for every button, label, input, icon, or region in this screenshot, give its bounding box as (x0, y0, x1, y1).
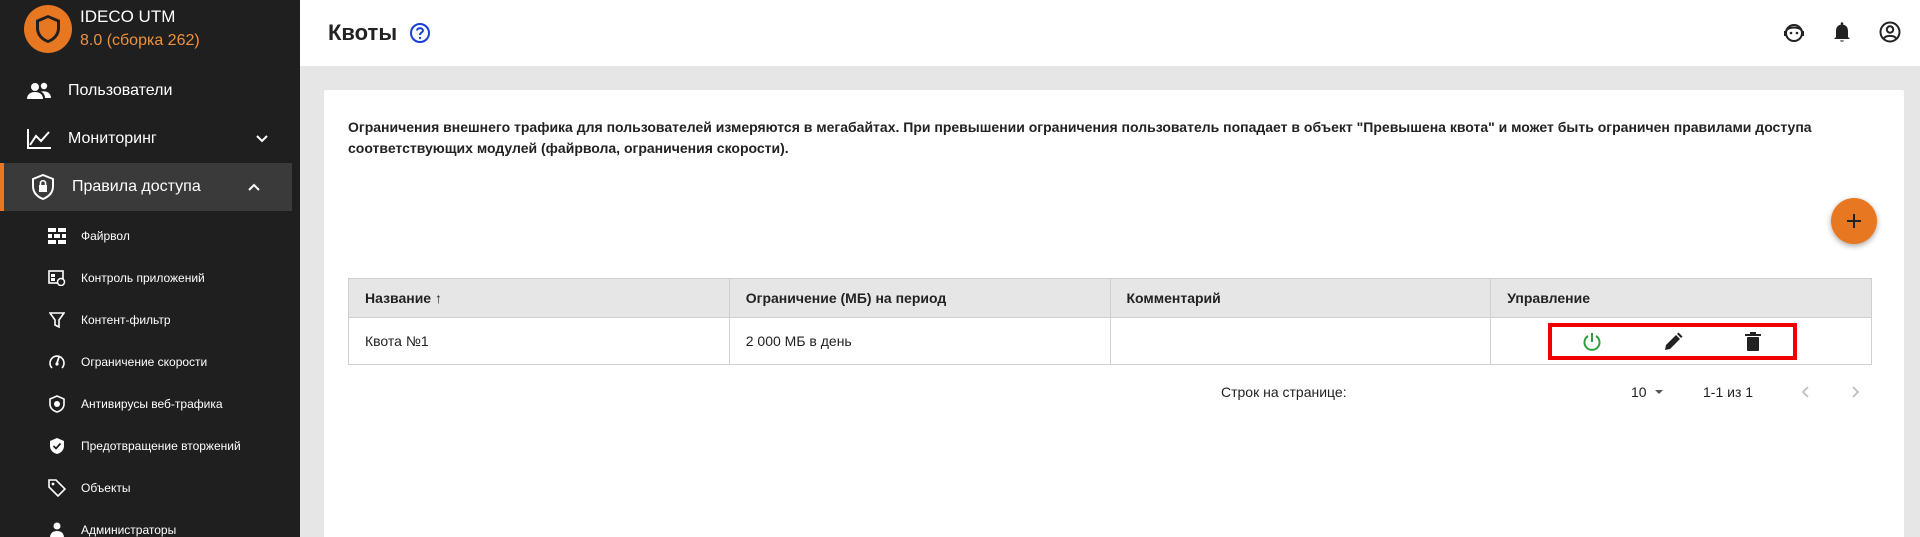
page-title: Квоты (328, 20, 398, 45)
dropdown-arrow-icon (1654, 390, 1663, 394)
sidebar-subitem-firewall[interactable]: Файрвол (0, 215, 300, 257)
sidebar-item-access-rules[interactable]: Правила доступа (0, 163, 292, 211)
sidebar-subitem-antivirus[interactable]: Антивирусы веб-трафика (0, 383, 300, 425)
shield-lock-icon (30, 174, 56, 200)
sidebar-subitem-label: Администраторы (81, 523, 177, 537)
sidebar-subitem-admins[interactable]: Администраторы (0, 509, 300, 537)
pencil-icon (1664, 332, 1683, 350)
sidebar-subitem-label: Контент-фильтр (81, 313, 171, 327)
filter-icon (48, 311, 66, 329)
column-header-actions: Управление (1507, 290, 1590, 306)
brand-version: 8.0 (сборка 262) (80, 32, 200, 49)
sidebar-subitem-label: Объекты (81, 481, 131, 495)
page-range: 1-1 из 1 (1703, 384, 1754, 400)
sidebar-subitem-label: Контроль приложений (81, 271, 205, 285)
plus-icon (1847, 214, 1861, 228)
cell-limit: 2 000 МБ в день (730, 318, 1111, 364)
table-row[interactable]: Квота №1 2 000 МБ в день (349, 318, 1871, 364)
sidebar-subitem-speed-limit[interactable]: Ограничение скорости (0, 341, 300, 383)
column-header-limit[interactable]: Ограничение (МБ) на период (730, 279, 1111, 317)
admin-icon (48, 521, 66, 537)
sidebar-item-label: Мониторинг (68, 130, 157, 147)
sidebar-item-users[interactable]: Пользователи (0, 67, 300, 115)
logo-shield-icon (24, 5, 72, 53)
sidebar-item-label: Правила доступа (72, 178, 201, 195)
app-control-icon (48, 269, 66, 287)
sidebar: IDECO UTM 8.0 (сборка 262) Пользователи … (0, 0, 300, 537)
help-icon[interactable] (409, 22, 431, 44)
quota-description: Ограничения внешнего трафика для пользов… (348, 119, 1812, 156)
firewall-icon (48, 227, 66, 245)
trash-icon (1745, 331, 1762, 351)
sidebar-subitem-ips[interactable]: Предотвращение вторжений (0, 425, 300, 467)
quotas-table: Название ↑ Ограничение (МБ) на период Ко… (348, 278, 1872, 365)
quotas-card: Ограничения внешнего трафика для пользов… (324, 90, 1904, 537)
column-header-name[interactable]: Название ↑ (349, 279, 730, 317)
shield-check-icon (48, 437, 66, 455)
cell-comment (1111, 318, 1492, 364)
rows-per-page-select[interactable]: 10 (1631, 384, 1667, 400)
sidebar-subitem-objects[interactable]: Объекты (0, 467, 300, 509)
edit-button[interactable] (1660, 329, 1686, 355)
bell-icon[interactable] (1830, 20, 1854, 44)
sidebar-subitem-label: Ограничение скорости (81, 355, 208, 369)
cell-actions (1491, 318, 1871, 364)
support-icon[interactable] (1782, 20, 1806, 44)
power-toggle-button[interactable] (1579, 329, 1605, 355)
table-header: Название ↑ Ограничение (МБ) на период Ко… (349, 279, 1871, 318)
rows-per-page-label: Строк на странице: (1221, 384, 1347, 400)
sidebar-item-monitoring[interactable]: Мониторинг (0, 115, 300, 163)
prev-page-icon[interactable] (1796, 382, 1816, 402)
actions-highlight (1548, 323, 1798, 360)
brand-name: IDECO UTM (80, 7, 176, 26)
next-page-icon[interactable] (1845, 382, 1865, 402)
sidebar-subitem-label: Файрвол (81, 229, 130, 243)
account-icon[interactable] (1878, 20, 1902, 44)
sidebar-subitem-content-filter[interactable]: Контент-фильтр (0, 299, 300, 341)
chart-line-icon (26, 126, 52, 152)
sidebar-subitem-label: Предотвращение вторжений (81, 439, 241, 453)
column-header-comment[interactable]: Комментарий (1111, 279, 1492, 317)
sidebar-subitem-app-control[interactable]: Контроль приложений (0, 257, 300, 299)
add-quota-button[interactable] (1831, 198, 1877, 244)
rows-per-page-value: 10 (1631, 384, 1647, 400)
power-icon (1583, 332, 1601, 351)
delete-button[interactable] (1740, 329, 1766, 355)
brand: IDECO UTM 8.0 (сборка 262) (0, 0, 300, 58)
chevron-up-icon (248, 183, 260, 191)
speedometer-icon (48, 353, 66, 371)
shield-virus-icon (48, 395, 66, 413)
users-icon (26, 78, 52, 104)
sidebar-subitem-label: Антивирусы веб-трафика (81, 397, 223, 411)
top-bar: Квоты (300, 0, 1920, 66)
cell-name: Квота №1 (349, 318, 730, 364)
tag-icon (48, 479, 66, 497)
sidebar-item-label: Пользователи (68, 82, 173, 99)
chevron-down-icon (256, 135, 268, 143)
pagination: Строк на странице: 10 1-1 из 1 (324, 382, 1904, 402)
